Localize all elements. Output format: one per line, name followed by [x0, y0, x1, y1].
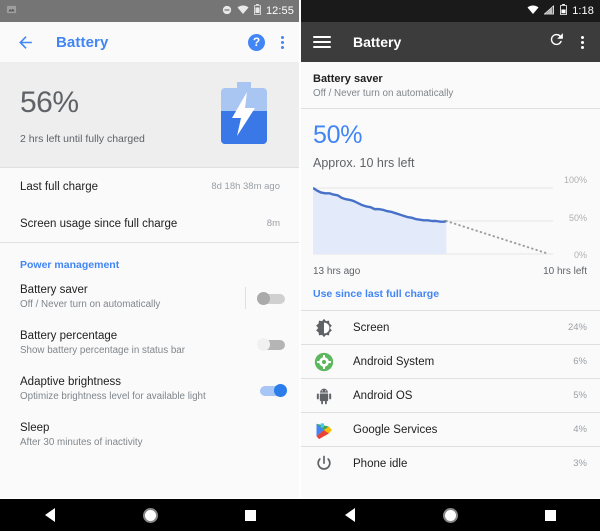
chart-x-right-label: 10 hrs left: [543, 266, 587, 277]
battery-info-rows: Last full charge 8d 18h 38m ago Screen u…: [0, 168, 300, 242]
left-phone-screen: 12:55 Battery ? 56% 2 hrs left until ful…: [0, 0, 300, 531]
battery-icon: [253, 2, 261, 20]
left-status-bar: 12:55: [0, 0, 300, 22]
battery-status-text: 2 hrs left until fully charged: [20, 133, 145, 145]
section-header-power-management: Power management: [0, 243, 300, 275]
home-nav-button[interactable]: [430, 499, 470, 531]
recents-nav-button[interactable]: [230, 499, 270, 531]
app-name: Google Services: [353, 423, 438, 436]
battery-history-chart: 100% 50% 0%: [300, 175, 600, 262]
page-title: Battery: [353, 34, 402, 50]
battery-saver-toggle[interactable]: [257, 291, 287, 305]
battery-percentage-toggle[interactable]: [257, 337, 287, 351]
overflow-menu-icon[interactable]: [278, 34, 287, 51]
left-navigation-bar: [0, 498, 300, 531]
google-play-services-icon: [313, 419, 335, 441]
pref-title: Battery percentage: [20, 330, 118, 343]
chart-x-left-label: 13 hrs ago: [313, 266, 361, 277]
two-phone-screenshot: 12:55 Battery ? 56% 2 hrs left until ful…: [0, 0, 600, 531]
list-item[interactable]: Android System 6%: [300, 345, 600, 378]
page-title: Battery: [56, 33, 109, 51]
list-item[interactable]: Android OS 5%: [300, 379, 600, 412]
back-arrow-icon[interactable]: [13, 30, 37, 54]
do-not-disturb-icon: [222, 2, 232, 20]
list-item[interactable]: Screen 24%: [300, 311, 600, 344]
row-value: 8d 18h 38m ago: [211, 181, 280, 192]
left-toolbar: Battery ?: [0, 22, 300, 62]
adaptive-brightness-toggle[interactable]: [257, 383, 287, 397]
battery-icon: [560, 2, 568, 20]
battery-percent-block: 50% Approx. 10 hrs left: [300, 109, 600, 172]
list-item[interactable]: Google Services 4%: [300, 413, 600, 446]
android-robot-icon: [313, 385, 335, 407]
battery-time-remaining: Approx. 10 hrs left: [313, 156, 415, 170]
right-phone-screen: 1:18 Battery Battery saver Off / Never t…: [300, 0, 600, 531]
wifi-icon: [237, 2, 249, 20]
battery-saver-title: Battery saver: [313, 73, 383, 85]
pref-title: Battery saver: [20, 284, 88, 297]
image-notification-icon: [6, 2, 17, 20]
chart-projection-line: [445, 220, 550, 255]
recents-nav-button[interactable]: [530, 499, 570, 531]
back-nav-button[interactable]: [330, 499, 370, 531]
panel-divider: [299, 0, 301, 498]
axis-tick-50: 50%: [568, 213, 587, 223]
pref-separator: [245, 287, 246, 309]
app-name: Phone idle: [353, 457, 408, 470]
use-since-last-full-charge-link[interactable]: Use since last full charge: [300, 277, 600, 310]
table-row[interactable]: Last full charge 8d 18h 38m ago: [0, 168, 300, 205]
right-navigation-bar: [300, 498, 600, 531]
refresh-icon[interactable]: [548, 31, 565, 53]
pref-adaptive-brightness[interactable]: Adaptive brightness Optimize brightness …: [0, 367, 300, 413]
pref-summary: Off / Never turn on automatically: [20, 299, 161, 311]
pref-title: Adaptive brightness: [20, 376, 122, 389]
table-row[interactable]: Screen usage since full charge 8m: [0, 205, 300, 242]
right-toolbar: Battery: [300, 22, 600, 62]
power-idle-icon: [313, 453, 335, 475]
battery-saver-summary: Off / Never turn on automatically: [313, 88, 454, 99]
battery-percent: 56%: [20, 86, 79, 119]
axis-tick-0: 0%: [573, 250, 587, 260]
battery-chart-svg: [312, 186, 553, 255]
right-status-bar: 1:18: [300, 0, 600, 22]
brightness-icon: [313, 317, 335, 339]
row-label: Screen usage since full charge: [20, 217, 178, 230]
pref-battery-saver[interactable]: Battery saver Off / Never turn on automa…: [0, 275, 300, 321]
app-percent: 5%: [573, 390, 587, 401]
home-nav-button[interactable]: [130, 499, 170, 531]
pref-summary: Show battery percentage in status bar: [20, 345, 186, 357]
battery-percent: 50%: [313, 121, 363, 149]
status-bar-time: 12:55: [265, 5, 294, 17]
pref-battery-percentage[interactable]: Battery percentage Show battery percenta…: [0, 321, 300, 367]
app-name: Android System: [353, 355, 435, 368]
help-icon[interactable]: ?: [248, 33, 265, 51]
app-percent: 24%: [567, 322, 587, 333]
pref-summary: After 30 minutes of inactivity: [20, 437, 143, 449]
row-value: 8m: [266, 218, 280, 229]
charging-battery-icon: [219, 82, 269, 144]
app-name: Screen: [353, 321, 390, 334]
back-nav-button[interactable]: [30, 499, 70, 531]
app-percent: 4%: [573, 424, 587, 435]
app-percent: 6%: [573, 356, 587, 367]
status-bar-time: 1:18: [572, 5, 594, 17]
chart-x-labels: 13 hrs ago 10 hrs left: [300, 262, 600, 277]
battery-saver-status[interactable]: Battery saver Off / Never turn on automa…: [300, 62, 600, 108]
app-name: Android OS: [353, 389, 413, 402]
hamburger-menu-icon[interactable]: [313, 36, 331, 48]
axis-tick-100: 100%: [563, 175, 587, 185]
list-item[interactable]: Phone idle 3%: [300, 447, 600, 480]
wifi-icon: [527, 2, 539, 20]
pref-sleep[interactable]: Sleep After 30 minutes of inactivity: [0, 413, 300, 459]
android-system-gear-icon: [313, 351, 335, 373]
overflow-menu-icon[interactable]: [578, 34, 587, 51]
pref-title: Sleep: [20, 422, 50, 435]
row-label: Last full charge: [20, 180, 98, 193]
app-percent: 3%: [573, 458, 587, 469]
pref-summary: Optimize brightness level for available …: [20, 391, 206, 403]
signal-icon: [543, 2, 555, 20]
battery-hero-panel: 56% 2 hrs left until fully charged: [0, 62, 300, 167]
